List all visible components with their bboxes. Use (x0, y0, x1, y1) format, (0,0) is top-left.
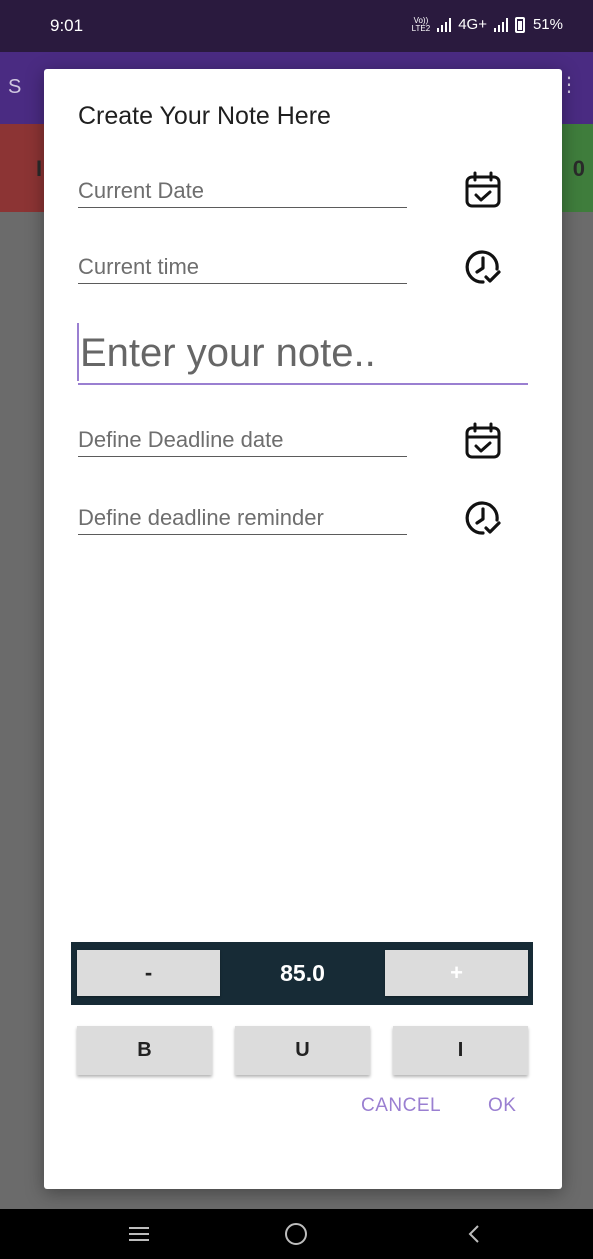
background-left-label: I (36, 156, 43, 181)
bold-button[interactable]: B (77, 1026, 212, 1075)
signal-icon (437, 17, 452, 32)
battery-level: 51% (532, 16, 563, 33)
dialog-title: Create Your Note Here (78, 102, 331, 130)
volte-line-2: LTE2 (411, 23, 431, 33)
current-date-field[interactable] (78, 166, 407, 208)
status-icons: Vo)) LTE2 4G+ 51% (412, 16, 563, 33)
text-cursor (77, 323, 79, 381)
back-icon[interactable] (429, 1209, 519, 1259)
background-app-title: S (8, 76, 22, 98)
calendar-check-icon[interactable] (460, 167, 506, 213)
deadline-calendar-icon[interactable] (460, 418, 506, 464)
cancel-button[interactable]: CANCEL (361, 1095, 441, 1117)
increase-font-button[interactable]: + (385, 950, 528, 996)
italic-button[interactable]: I (393, 1026, 528, 1075)
underline-button[interactable]: U (235, 1026, 370, 1075)
network-type: 4G+ (458, 16, 487, 33)
deadline-reminder-field[interactable] (78, 493, 407, 535)
create-note-dialog: Create Your Note Here Current Date Curre… (44, 69, 562, 1189)
volte-icon: Vo)) LTE2 (411, 16, 431, 33)
deadline-reminder-input[interactable] (78, 493, 407, 534)
current-date-input[interactable] (78, 166, 407, 207)
navigation-bar (0, 1209, 593, 1259)
signal-icon-2 (493, 17, 508, 32)
note-field[interactable] (78, 323, 528, 385)
ok-button[interactable]: OK (488, 1095, 516, 1117)
deadline-date-field[interactable] (78, 415, 407, 457)
current-time-input[interactable] (78, 242, 407, 283)
clock-check-icon[interactable] (460, 244, 506, 290)
deadline-date-input[interactable] (78, 415, 407, 456)
font-size-value: 85.0 (280, 960, 325, 986)
font-size-stepper: - 85.0 + (71, 942, 533, 1005)
reminder-clock-icon[interactable] (460, 495, 506, 541)
overflow-menu-icon: ⋮ (559, 74, 579, 96)
decrease-font-button[interactable]: - (77, 950, 220, 996)
note-input[interactable] (78, 323, 528, 383)
menu-icon[interactable] (94, 1209, 184, 1259)
home-icon[interactable] (251, 1209, 341, 1259)
battery-icon (514, 16, 525, 33)
status-bar: 9:01 Vo)) LTE2 4G+ 51% (0, 0, 593, 52)
status-time: 9:01 (50, 16, 84, 35)
screen: 9:01 Vo)) LTE2 4G+ 51% S ⋮ I 0 Create Yo… (0, 0, 593, 1259)
current-time-field[interactable] (78, 242, 407, 284)
background-right-label: 0 (572, 156, 585, 181)
